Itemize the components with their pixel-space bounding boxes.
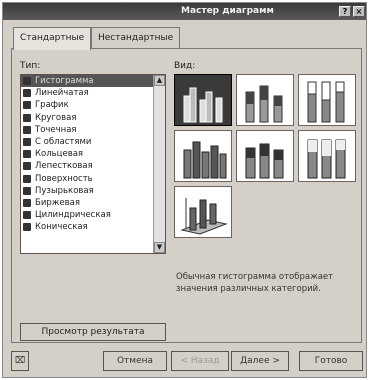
horizontal-bar-icon (23, 89, 31, 98)
office-assistant-icon: ⌧ (14, 356, 26, 366)
chart-wizard-dialog: Мастер диаграмм ? × Стандартные Нестанда… (2, 2, 367, 378)
list-item-label: Пузырьковая (35, 185, 94, 196)
window-title: Мастер диаграмм (181, 6, 274, 16)
bubble-icon (23, 186, 31, 195)
chart-subtype-grid (174, 74, 356, 254)
cylinder-icon (23, 211, 31, 220)
list-item-label: Цилиндрическая (35, 210, 111, 221)
list-item-label: График (35, 100, 69, 111)
3d-percent-stacked-column-icon (307, 139, 346, 179)
clustered-column-icon (183, 87, 223, 123)
finish-button[interactable]: Готово (299, 351, 363, 371)
list-item[interactable]: Цилиндрическая (21, 209, 165, 221)
help-button[interactable]: ? (339, 6, 351, 17)
doughnut-icon (23, 150, 31, 159)
list-scrollbar[interactable]: ▲ ▼ (153, 75, 165, 253)
list-item-label: Линейчатая (35, 88, 89, 99)
list-item-label: Лепестковая (35, 161, 93, 172)
list-item-label: Коническая (35, 222, 88, 233)
subtype-3d-clustered-column[interactable] (174, 130, 232, 182)
list-item[interactable]: Поверхность (21, 173, 165, 185)
list-item-label: Поверхность (35, 173, 93, 184)
3d-column-icon (180, 198, 228, 235)
scroll-down-button[interactable]: ▼ (154, 242, 165, 253)
type-label: Тип: (20, 61, 41, 71)
subtype-3d-stacked-column[interactable] (236, 130, 294, 182)
subtype-stacked-column[interactable] (236, 74, 294, 126)
3d-clustered-column-icon (183, 141, 227, 179)
pie-chart-icon (23, 113, 31, 122)
list-item[interactable]: Круговая (21, 112, 165, 124)
subtype-100-stacked-column[interactable] (298, 74, 356, 126)
percent-stacked-column-icon (307, 81, 345, 123)
list-item[interactable]: Точечная (21, 124, 165, 136)
list-item[interactable]: Линейчатая (21, 87, 165, 99)
scatter-icon (23, 125, 31, 134)
tab-custom[interactable]: Нестандартные (91, 27, 181, 49)
list-item[interactable]: Лепестковая (21, 160, 165, 172)
list-item-label: Точечная (35, 124, 77, 135)
assistant-button[interactable]: ⌧ (11, 351, 29, 371)
list-item[interactable]: Пузырьковая (21, 185, 165, 197)
close-button[interactable]: × (353, 6, 365, 17)
subtype-description: Обычная гистограмма отображает значения … (176, 272, 334, 294)
list-item[interactable]: Биржевая (21, 197, 165, 209)
button-bar: ⌧ Отмена < Назад Далее > Готово (3, 351, 366, 375)
list-item-label: С областями (35, 136, 92, 147)
list-item-label: Круговая (35, 112, 77, 123)
cancel-button[interactable]: Отмена (103, 351, 167, 371)
list-item[interactable]: Гистограмма (21, 75, 165, 88)
stacked-column-icon (245, 85, 283, 123)
bar-chart-icon (23, 77, 31, 85)
subtype-clustered-column[interactable] (174, 74, 232, 126)
list-item[interactable]: Кольцевая (21, 148, 165, 160)
line-chart-icon (23, 101, 31, 110)
preview-button[interactable]: Просмотр результата (20, 323, 166, 341)
next-button[interactable]: Далее > (231, 351, 289, 371)
chart-type-list[interactable]: Гистограмма Линейчатая График Круговая Точеч… (20, 74, 166, 254)
subtype-3d-100-stacked-column[interactable] (298, 130, 356, 182)
scroll-up-button[interactable]: ▲ (154, 75, 165, 86)
list-item-label: Гистограмма (35, 76, 94, 86)
surface-icon (23, 174, 31, 183)
list-item[interactable]: С областями (21, 136, 165, 148)
stock-icon (23, 198, 31, 207)
tab-panel: Тип: Вид: Гистограмма Линейчатая График Кру… (11, 48, 362, 343)
list-item-label: Биржевая (35, 197, 80, 208)
radar-icon (23, 162, 31, 171)
list-item[interactable]: График (21, 99, 165, 111)
list-item-label: Кольцевая (35, 149, 84, 160)
back-button[interactable]: < Назад (171, 351, 229, 371)
subtype-3d-column[interactable] (174, 186, 232, 238)
3d-stacked-column-icon (245, 143, 284, 179)
area-chart-icon (23, 137, 31, 146)
cone-icon (23, 223, 31, 232)
titlebar: Мастер диаграмм ? × (3, 3, 366, 20)
tab-standard[interactable]: Стандартные (13, 27, 92, 50)
list-item[interactable]: Коническая (21, 221, 165, 233)
view-label: Вид: (174, 61, 196, 71)
